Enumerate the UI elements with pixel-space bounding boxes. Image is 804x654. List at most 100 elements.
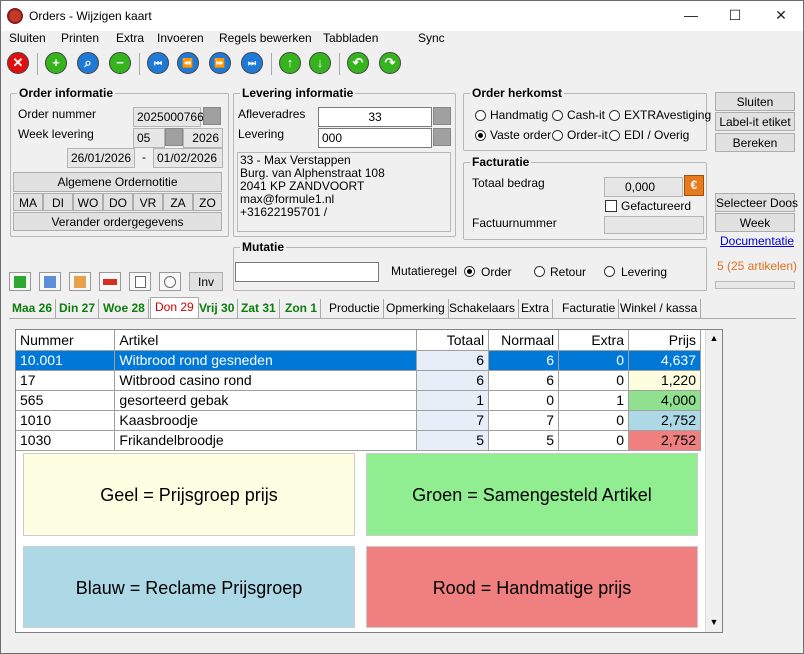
tab-din-27[interactable]: Din 27 [56, 299, 100, 318]
day-vr-button[interactable]: VR [133, 193, 163, 211]
week-spinner[interactable] [165, 128, 183, 146]
last-record-icon[interactable]: ⏭ [241, 52, 263, 74]
cell-prijs[interactable]: 4,637 [628, 350, 701, 371]
date-from-field[interactable]: 26/01/2026 [67, 148, 135, 168]
day-wo-button[interactable]: WO [73, 193, 103, 211]
mutation-levering-radio[interactable] [604, 266, 615, 277]
address-field[interactable]: 33 [318, 107, 432, 127]
menu-sync[interactable]: Sync [418, 31, 445, 45]
undo-icon[interactable]: ↶ [347, 52, 369, 74]
order-number-lookup-button[interactable] [203, 107, 221, 125]
cell-normaal[interactable]: 0 [488, 390, 560, 411]
tab-vrij-30[interactable]: Vrij 30 [196, 299, 239, 318]
cancel-icon[interactable]: ✕ [7, 52, 29, 74]
tab-extra[interactable]: Extra [518, 299, 554, 318]
tab-zon-1[interactable]: Zon 1 [282, 299, 321, 318]
col-normaal[interactable]: Normaal [488, 330, 560, 351]
cell-nummer[interactable]: 17 [16, 370, 116, 391]
cell-normaal[interactable]: 5 [488, 430, 560, 451]
origin-orderit-radio[interactable] [552, 130, 563, 141]
next-record-icon[interactable]: ⏩ [209, 52, 231, 74]
menu-tabbladen[interactable]: Tabbladen [323, 31, 378, 45]
origin-cashit-radio[interactable] [552, 110, 563, 121]
inventory-button[interactable]: Inv [189, 272, 223, 291]
table-row[interactable]: 1030 Frikandelbroodje 5 5 0 2,752 [16, 430, 701, 451]
close-window-button[interactable]: ✕ [759, 1, 803, 29]
image-icon[interactable] [69, 272, 91, 291]
table-row[interactable]: 1010 Kaasbroodje 7 7 0 2,752 [16, 410, 701, 431]
copy-line-icon[interactable] [39, 272, 61, 291]
cell-totaal[interactable]: 6 [416, 350, 490, 371]
col-nummer[interactable]: Nummer [16, 330, 116, 351]
col-prijs[interactable]: Prijs [628, 330, 701, 351]
tab-woe-28[interactable]: Woe 28 [100, 299, 149, 318]
tab-don-29[interactable]: Don 29 [150, 297, 199, 318]
menu-printen[interactable]: Printen [61, 31, 99, 45]
scroll-up-icon[interactable]: ▲ [708, 333, 720, 343]
menu-invoeren[interactable]: Invoeren [157, 31, 204, 45]
tab-productie[interactable]: Productie [326, 299, 384, 318]
cell-nummer[interactable]: 1010 [16, 410, 116, 431]
cell-prijs[interactable]: 2,752 [628, 430, 701, 451]
menu-regels-bewerken[interactable]: Regels bewerken [219, 31, 312, 45]
select-box-button[interactable]: Selecteer Doos [715, 193, 798, 212]
origin-handmatig-radio[interactable] [475, 110, 486, 121]
mutation-order-radio[interactable] [464, 266, 475, 277]
cell-prijs[interactable]: 2,752 [628, 410, 701, 431]
close-button[interactable]: Sluiten [715, 92, 795, 111]
cell-nummer[interactable]: 1030 [16, 430, 116, 451]
currency-icon[interactable]: € [684, 175, 704, 196]
cell-normaal[interactable]: 6 [488, 370, 560, 391]
maximize-button[interactable]: ☐ [713, 1, 757, 29]
origin-edi-radio[interactable] [609, 130, 620, 141]
cell-totaal[interactable]: 6 [416, 370, 490, 391]
tab-opmerking[interactable]: Opmerking [383, 299, 449, 318]
cell-extra[interactable]: 0 [558, 410, 630, 431]
col-artikel[interactable]: Artikel [114, 330, 418, 351]
tab-winkel-kassa[interactable]: Winkel / kassa [617, 299, 702, 318]
add-line-icon[interactable] [9, 272, 31, 291]
table-row[interactable]: 17 Witbrood casino rond 6 6 0 1,220 [16, 370, 701, 391]
day-do-button[interactable]: DO [103, 193, 133, 211]
tab-facturatie[interactable]: Facturatie [559, 299, 620, 318]
remove-icon[interactable]: − [109, 52, 131, 74]
cell-artikel[interactable]: Frikandelbroodje [114, 430, 418, 451]
first-record-icon[interactable]: ⏮ [147, 52, 169, 74]
vertical-scrollbar[interactable]: ▲ ▼ [705, 330, 722, 632]
cell-totaal[interactable]: 1 [416, 390, 490, 411]
day-di-button[interactable]: DI [43, 193, 73, 211]
origin-vaste-order-radio[interactable] [475, 130, 486, 141]
year-field[interactable]: 2026 [183, 128, 223, 148]
change-order-button[interactable]: Verander ordergegevens [13, 212, 222, 231]
move-up-icon[interactable]: ↑ [279, 52, 301, 74]
calculate-button[interactable]: Bereken [715, 133, 795, 152]
col-extra[interactable]: Extra [558, 330, 630, 351]
cell-totaal[interactable]: 7 [416, 410, 490, 431]
menu-sluiten[interactable]: Sluiten [9, 31, 46, 45]
address-lookup-button[interactable] [433, 107, 451, 125]
general-note-button[interactable]: Algemene Ordernotitie [13, 172, 222, 192]
cell-prijs[interactable]: 1,220 [628, 370, 701, 391]
cell-extra[interactable]: 1 [558, 390, 630, 411]
cell-prijs[interactable]: 4,000 [628, 390, 701, 411]
cell-extra[interactable]: 0 [558, 370, 630, 391]
col-totaal[interactable]: Totaal [416, 330, 490, 351]
cell-normaal[interactable]: 7 [488, 410, 560, 431]
table-row[interactable]: 565 gesorteerd gebak 1 0 1 4,000 [16, 390, 701, 411]
documentation-link[interactable]: Documentatie [720, 234, 794, 248]
tab-zat-31[interactable]: Zat 31 [238, 299, 280, 318]
delete-line-icon[interactable] [99, 272, 121, 291]
clock-icon[interactable] [159, 272, 181, 291]
note-icon[interactable] [129, 272, 151, 291]
delivery-lookup-button[interactable] [433, 128, 451, 146]
table-row[interactable]: 10.001 Witbrood rond gesneden 6 6 0 4,63… [16, 350, 701, 371]
scroll-down-icon[interactable]: ▼ [708, 617, 720, 627]
label-it-button[interactable]: Label-it etiket [715, 112, 795, 131]
order-lines-grid[interactable]: Nummer Artikel Totaal Normaal Extra Prij… [15, 329, 723, 633]
week-button[interactable]: Week [715, 213, 795, 232]
cell-artikel[interactable]: Witbrood rond gesneden [114, 350, 418, 371]
previous-record-icon[interactable]: ⏪ [177, 52, 199, 74]
invoiced-checkbox[interactable] [605, 200, 617, 212]
move-down-icon[interactable]: ↓ [309, 52, 331, 74]
week-field[interactable]: 05 [133, 128, 165, 148]
